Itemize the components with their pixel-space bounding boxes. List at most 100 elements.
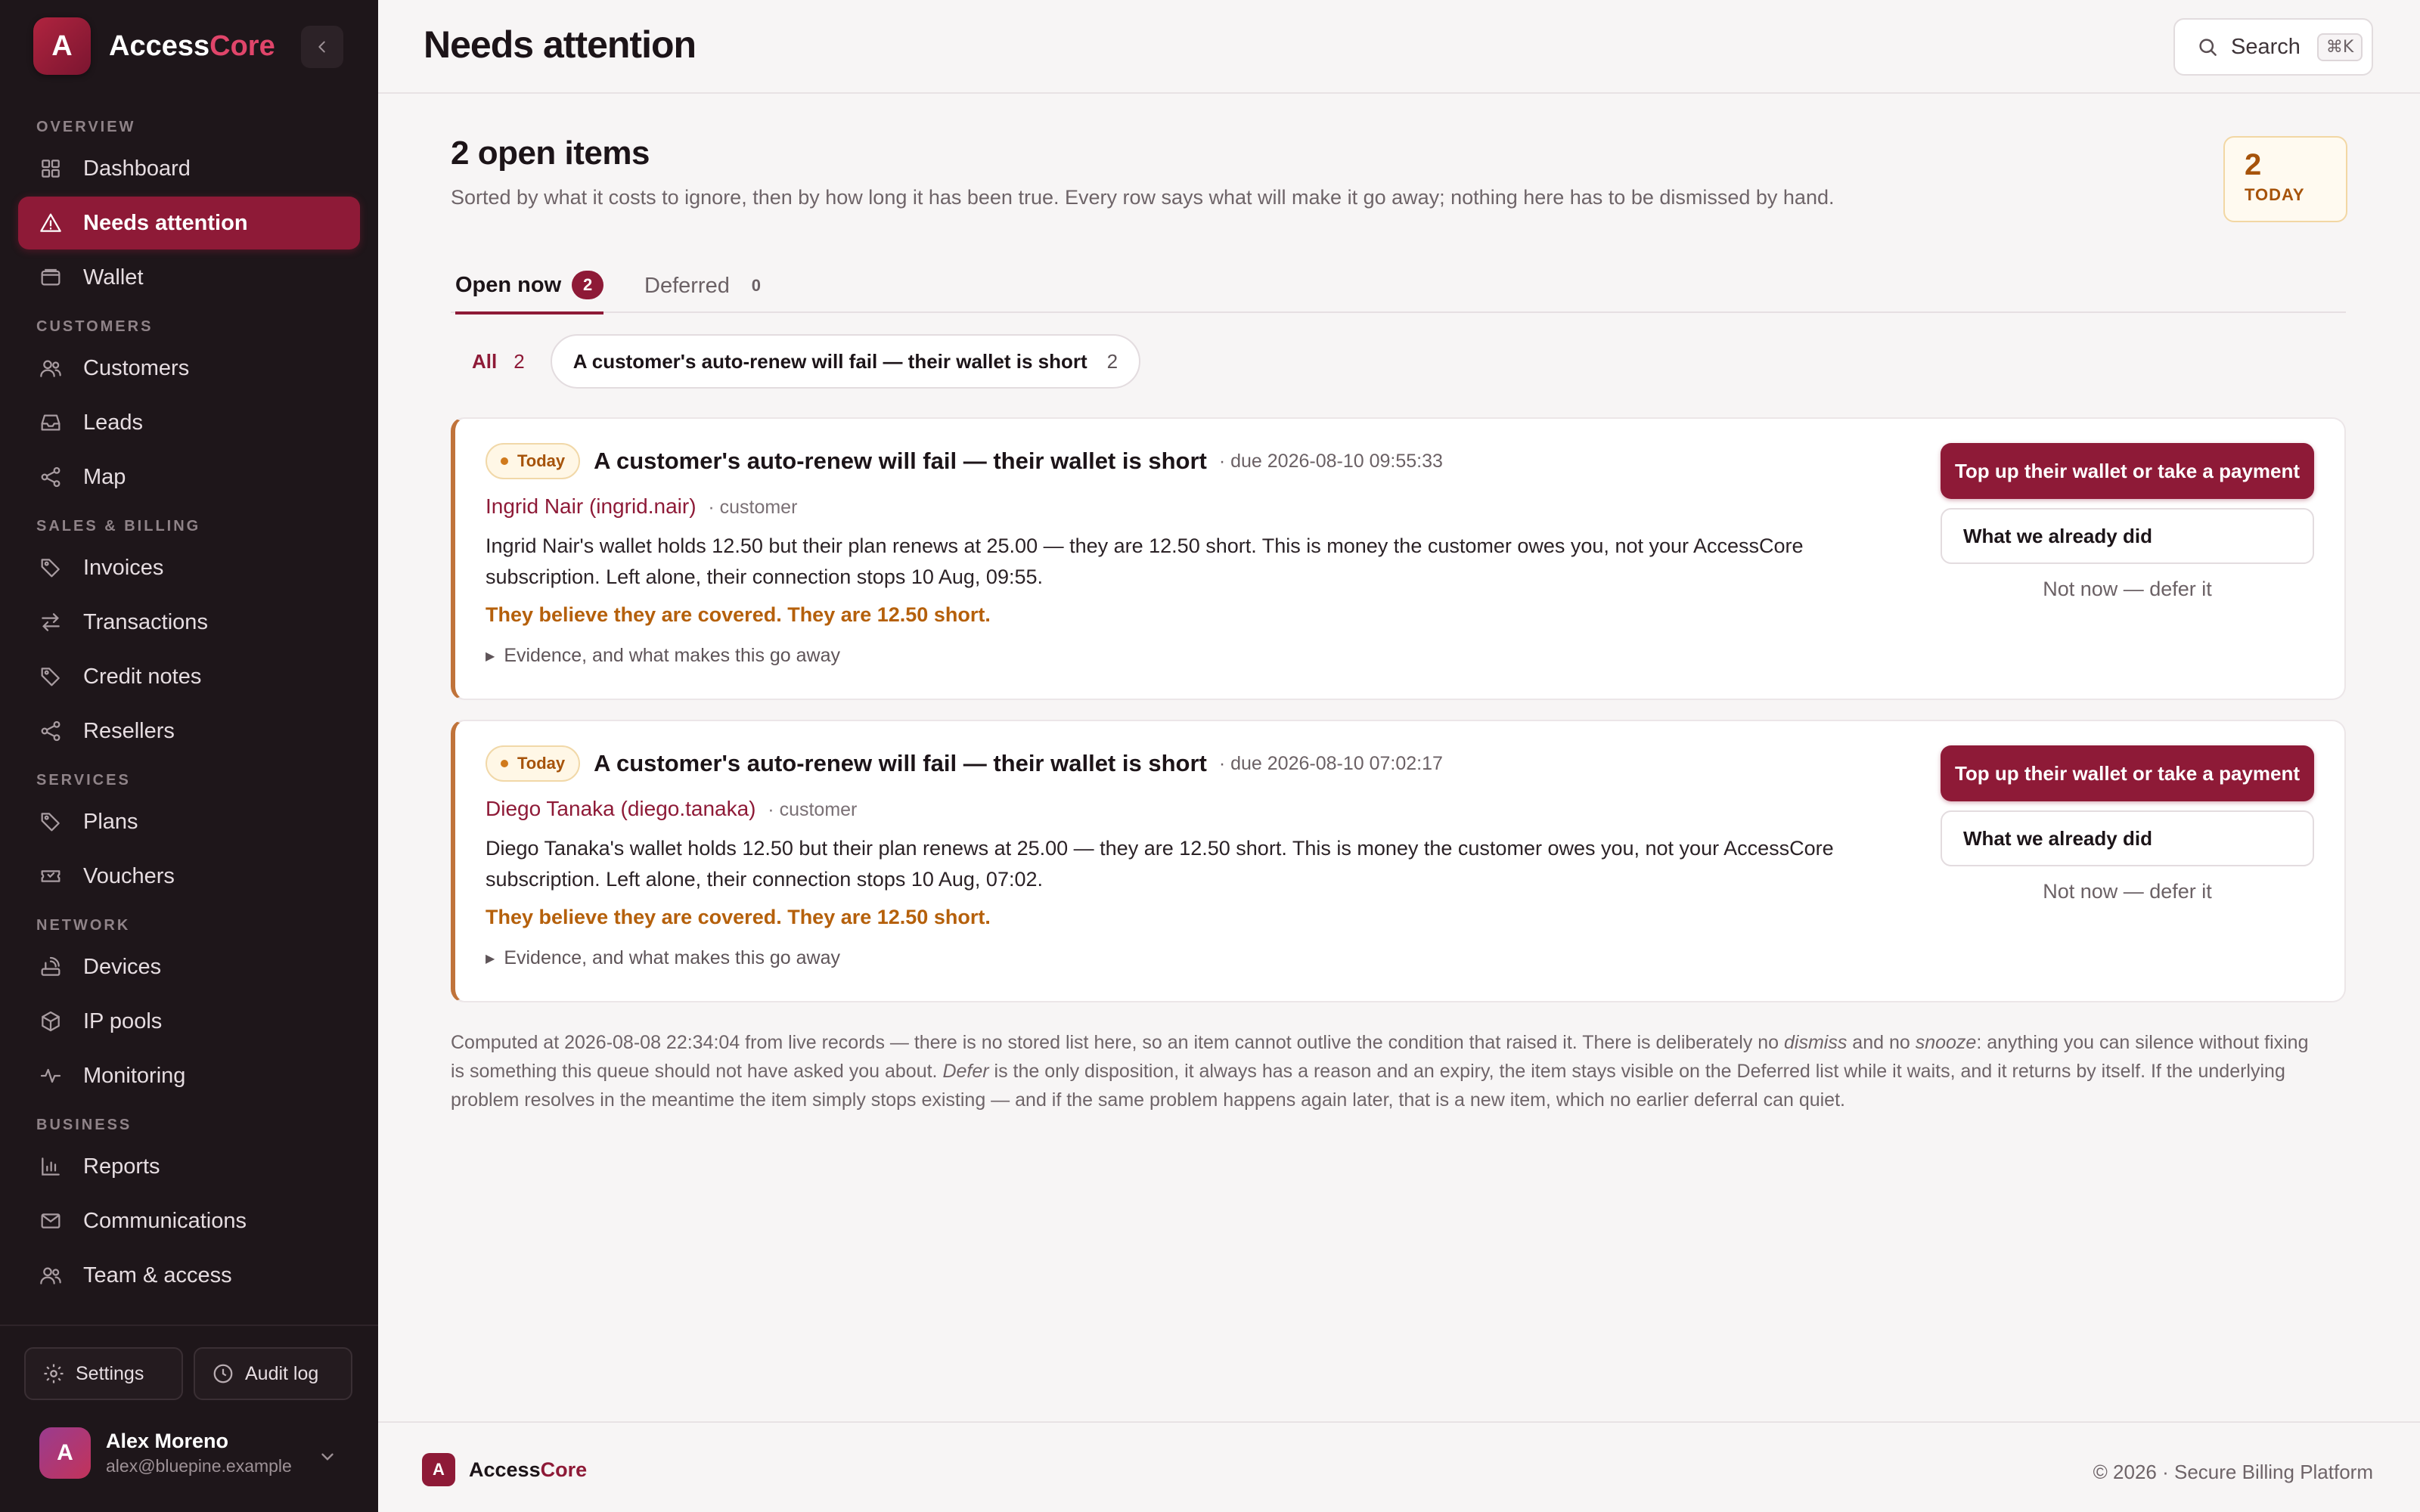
item-title: A customer's auto-renew will fail — thei… [594, 750, 1207, 776]
tab-label: Deferred [644, 273, 730, 298]
sidebar-item-customers[interactable]: Customers [18, 342, 360, 395]
defer-button[interactable]: Not now — defer it [1941, 880, 2314, 903]
settings-label: Settings [76, 1362, 144, 1384]
item-description: Ingrid Nair's wallet holds 12.50 but the… [486, 534, 1804, 588]
sidebar-item-label: Transactions [83, 609, 208, 634]
chevron-left-icon [318, 41, 325, 53]
sidebar-item-plans[interactable]: Plans [18, 795, 360, 848]
item-warning: They believe they are covered. They are … [486, 603, 991, 626]
sidebar-item-monitoring[interactable]: Monitoring [18, 1049, 360, 1102]
sidebar-item-dashboard[interactable]: Dashboard [18, 142, 360, 195]
sidebar-item-invoices[interactable]: Invoices [18, 541, 360, 594]
attention-item: Today A customer's auto-renew will fail … [451, 417, 2346, 700]
search-button[interactable]: Search ⌘K [2173, 18, 2373, 76]
due-badge: Today [486, 443, 581, 479]
sidebar-item-label: Map [83, 464, 126, 489]
avatar: A [39, 1427, 91, 1479]
sidebar-item-devices[interactable]: Devices [18, 940, 360, 993]
user-name: Alex Moreno [106, 1430, 229, 1452]
sidebar-item-reports[interactable]: Reports [18, 1140, 360, 1193]
filter-category[interactable]: A customer's auto-renew will fail — thei… [550, 334, 1141, 389]
inbox-icon [38, 410, 64, 435]
app-name: AccessCore [109, 29, 275, 62]
tab-count-badge: 0 [751, 276, 761, 295]
footer-logo: A [422, 1453, 455, 1486]
what-we-did-button[interactable]: What we already did [1941, 508, 2314, 564]
sidebar-item-communications[interactable]: Communications [18, 1194, 360, 1247]
status-dot [501, 457, 508, 465]
filter-all[interactable]: All 2 [451, 334, 546, 389]
sidebar-item-transactions[interactable]: Transactions [18, 596, 360, 649]
item-due: · due 2026-08-10 07:02:17 [1218, 752, 1443, 774]
item-title: A customer's auto-renew will fail — thei… [594, 448, 1207, 474]
sidebar-item-label: Devices [83, 954, 162, 979]
audit-log-label: Audit log [245, 1362, 319, 1384]
tab-open-now[interactable]: Open now 2 [455, 259, 604, 314]
sidebar-item-label: IP pools [83, 1009, 163, 1033]
what-we-did-button[interactable]: What we already did [1941, 810, 2314, 866]
chevron-down-icon[interactable] [318, 1447, 337, 1467]
nav-section-heading: NETWORK [36, 917, 131, 934]
sidebar-footer: Settings Audit log A Alex Moreno alex@bl… [0, 1325, 378, 1479]
user-menu[interactable]: A Alex Moreno alex@bluepine.example [39, 1427, 292, 1479]
filter-all-label: All [472, 349, 498, 373]
collapse-sidebar-button[interactable] [301, 26, 343, 68]
sidebar-item-label: Team & access [83, 1263, 232, 1287]
sidebar-item-wallet[interactable]: Wallet [18, 251, 360, 304]
sidebar-item-team-and-access[interactable]: Team & access [18, 1249, 360, 1302]
tab-count-badge: 2 [572, 271, 604, 299]
ticket-icon [38, 863, 64, 889]
sidebar-item-vouchers[interactable]: Vouchers [18, 850, 360, 903]
sidebar-item-ip-pools[interactable]: IP pools [18, 995, 360, 1048]
sidebar-item-label: Plans [83, 809, 138, 834]
sidebar-item-map[interactable]: Map [18, 451, 360, 503]
share-icon [38, 464, 64, 490]
pulse-icon [38, 1063, 64, 1089]
filter-all-count: 2 [513, 349, 525, 373]
sidebar-item-resellers[interactable]: Resellers [18, 705, 360, 758]
sidebar-item-label: Dashboard [83, 156, 191, 181]
sidebar-item-credit-notes[interactable]: Credit notes [18, 650, 360, 703]
nav-section-heading: SALES & BILLING [36, 518, 201, 534]
sidebar-item-label: Leads [83, 410, 144, 435]
item-due: · due 2026-08-10 09:55:33 [1218, 450, 1443, 472]
today-counter: 2 TODAY [2223, 136, 2347, 222]
app-logo: A [33, 17, 91, 75]
item-description: Diego Tanaka's wallet holds 12.50 but th… [486, 837, 1834, 891]
top-up-button[interactable]: Top up their wallet or take a payment [1941, 443, 2314, 499]
customer-link[interactable]: Ingrid Nair (ingrid.nair) [486, 494, 697, 518]
top-up-button[interactable]: Top up their wallet or take a payment [1941, 745, 2314, 801]
footer-app-name: AccessCore [469, 1458, 588, 1481]
brand[interactable]: A AccessCore [33, 17, 275, 75]
filter-chips: All 2 A customer's auto-renew will fail … [451, 334, 1145, 389]
gear-icon [44, 1364, 64, 1383]
tab-deferred[interactable]: Deferred 0 [644, 259, 772, 313]
sidebar-item-needs-attention[interactable]: Needs attention [18, 197, 360, 249]
search-shortcut: ⌘K [2316, 33, 2363, 61]
copyright: © 2026 · Secure Billing Platform [2093, 1461, 2373, 1483]
sidebar-item-label: Invoices [83, 555, 164, 580]
footer-brand: A AccessCore [422, 1453, 587, 1486]
router-icon [38, 954, 64, 980]
cube-icon [38, 1009, 64, 1034]
customer-role: · customer [768, 799, 858, 820]
sidebar-item-leads[interactable]: Leads [18, 396, 360, 449]
summary-title: 2 open items [451, 135, 650, 172]
settings-button[interactable]: Settings [24, 1347, 183, 1400]
sidebar-nav: OVERVIEW Dashboard Needs attention Wallet CU… [18, 113, 360, 1303]
wallet-icon [38, 265, 64, 290]
attention-item: Today A customer's auto-renew will fail … [451, 720, 2346, 1002]
evidence-toggle[interactable]: ▶ Evidence, and what makes this go away [486, 645, 1922, 667]
customer-link[interactable]: Diego Tanaka (diego.tanaka) [486, 797, 756, 820]
disclosure-triangle-icon: ▶ [486, 649, 495, 663]
defer-button[interactable]: Not now — defer it [1941, 578, 2314, 601]
item-warning: They believe they are covered. They are … [486, 906, 991, 928]
search-icon [2199, 39, 2217, 56]
evidence-toggle[interactable]: ▶ Evidence, and what makes this go away [486, 947, 1922, 969]
tab-bar: Open now 2 Deferred 0 [451, 259, 2346, 314]
tab-label: Open now [455, 272, 562, 297]
sidebar-item-label: Communications [83, 1208, 247, 1233]
sidebar-item-label: Credit notes [83, 664, 202, 689]
audit-log-button[interactable]: Audit log [194, 1347, 352, 1400]
nav-section-heading: SERVICES [36, 772, 131, 789]
